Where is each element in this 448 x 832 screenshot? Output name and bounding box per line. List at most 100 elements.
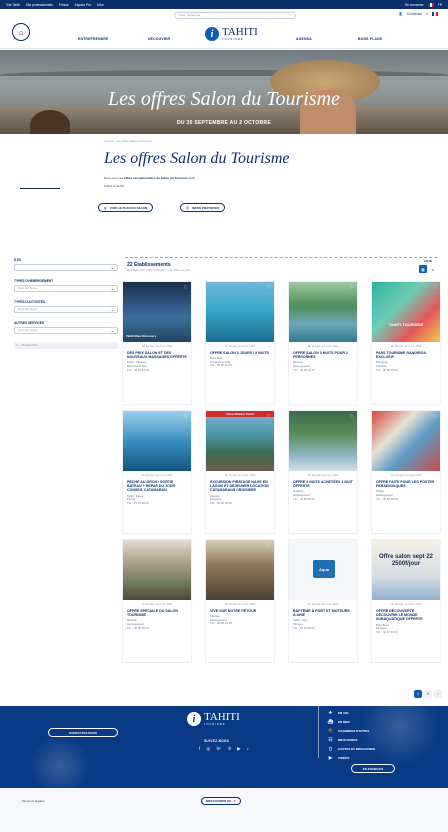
offer-title[interactable]: VIVE SUR NOTRE PÉTOUR <box>206 606 274 613</box>
offer-image[interactable]: ♡ <box>206 540 274 600</box>
footer-link[interactable]: ▯ CARTES ET BROCHURES <box>327 744 375 753</box>
filter-select-hebergement[interactable]: Tous les types ⌄ <box>14 285 118 292</box>
youtube-icon[interactable]: ▶ <box>237 746 240 752</box>
language-button[interactable]: EN FRANÇAIS <box>351 764 395 773</box>
twitter-icon[interactable]: 🐦 <box>216 746 222 752</box>
search-icon[interactable]: ⌕ <box>288 12 296 19</box>
offer-card[interactable]: ♡ Du 30 sept. au 2 oct. 2022 OFFRE SALON 3… <box>288 281 358 405</box>
footer-link[interactable]: ▶ VIDÉOS <box>327 753 375 762</box>
offer-image[interactable]: Tahiti Dive Discovery ♡ <box>123 282 191 342</box>
filter-select-iles[interactable]: ⌄ <box>14 264 118 271</box>
pinterest-icon[interactable]: ℗ <box>228 746 231 752</box>
offer-card[interactable]: ♡ Du 30 sept. au 2 oct. 2022 OFFRE FAITE P… <box>371 410 441 534</box>
lang-flag-icon[interactable] <box>427 2 434 7</box>
offer-image[interactable]: ♡ <box>123 411 191 471</box>
filter-select-activites[interactable]: Tous les types ⌄ <box>14 306 118 313</box>
search-input[interactable]: Votre recherche... <box>174 12 296 19</box>
instagram-icon[interactable]: ◎ <box>206 746 210 752</box>
top-link[interactable]: Espace Pro <box>75 3 91 7</box>
favorite-heart-icon[interactable]: ♡ <box>350 285 354 291</box>
page-2-button[interactable]: 2 <box>424 690 432 698</box>
offer-image[interactable]: Offre salon sept 22 2500f/jour ♡ <box>372 540 440 600</box>
top-link[interactable]: Mice <box>97 3 104 7</box>
nav-item-decouvrir[interactable]: DÉCOUVRIR <box>148 37 170 41</box>
site-logo[interactable]: i TAHITI TOURISME <box>205 27 258 41</box>
top-link[interactable]: Site professionnels <box>26 3 53 7</box>
offer-image[interactable]: Pass Charter Tahiti ♡ <box>206 411 274 471</box>
top-link[interactable]: Site Tahiti <box>6 3 20 7</box>
map-view-icon[interactable]: ● <box>429 265 437 273</box>
offer-card[interactable]: ♡ Du 30 sept. au 2 oct. 2022 OFFRE SPÉCIAL… <box>122 539 192 663</box>
footer-quick-links: ✈ EN VOL ⛴ EN MER 🌴 CHAMBRES D'HÔTES ☷ BROCH… <box>327 708 376 762</box>
nav-item-agenda[interactable]: AGENDA <box>296 37 312 41</box>
offer-title[interactable]: OFFRE 3 NUITS ACHETÉES 1 NUIT OFFERTE <box>289 477 357 488</box>
offer-title[interactable]: DES PRIX SALON ET DES NOUVEAUX MASSAGES … <box>123 348 191 359</box>
favorite-heart-icon[interactable]: ♡ <box>184 414 188 420</box>
grid-view-icon[interactable]: ▦ <box>419 265 427 273</box>
offer-title[interactable]: EXCURSION PIRATAGE NAGE EN LAGON ET DÉJE… <box>206 477 274 493</box>
favorite-heart-icon[interactable]: ♡ <box>267 414 271 420</box>
compass-badge-icon[interactable]: ⌂ <box>12 23 30 41</box>
nav-item-bons-plans[interactable]: BONS PLANS <box>358 37 382 41</box>
offer-image[interactable]: ♡ <box>289 282 357 342</box>
favorite-heart-icon[interactable]: ♡ <box>350 543 354 549</box>
offer-image[interactable]: Aqua ♡ <box>289 540 357 600</box>
offer-card[interactable]: Tahiti Dive Discovery ♡ Du 30 sept. au 2 o… <box>122 281 192 405</box>
offer-card[interactable]: Pass Charter Tahiti ♡ Du 30 sept. au 2 oct… <box>205 410 275 534</box>
flag-icon[interactable] <box>432 12 438 16</box>
favorite-heart-icon[interactable]: ♡ <box>433 414 437 420</box>
info-button[interactable]: ⓘ INFOS PRATIQUES <box>180 203 226 212</box>
favorite-heart-icon[interactable]: ♡ <box>184 543 188 549</box>
footer-link[interactable]: ⛴ EN MER <box>327 717 375 726</box>
offer-image[interactable]: ♡ <box>123 540 191 600</box>
view-toggle: LISTE ▦ ● <box>419 259 437 273</box>
tiktok-icon[interactable]: ♪ <box>247 746 249 752</box>
filter-search-input[interactable]: ⌕ Rechercher <box>14 342 118 349</box>
filter-select-services[interactable]: Tous les types ⌄ <box>14 327 118 334</box>
offer-image[interactable]: TAHITI TOURISME ♡ <box>372 282 440 342</box>
contact-button[interactable]: CONTACTEZ-NOUS <box>48 728 118 737</box>
breadcrumb[interactable]: Accueil > Les offres Salon du Tourisme <box>104 139 152 143</box>
map-button[interactable]: ◎ VOIR LE PLAN DU SALON <box>98 203 154 212</box>
favorite-heart-icon[interactable]: ♡ <box>184 285 188 291</box>
favorite-heart-icon[interactable]: ♡ <box>433 285 437 291</box>
offer-image[interactable]: ♡ <box>372 411 440 471</box>
footer-link[interactable]: ✈ EN VOL <box>327 708 375 717</box>
offer-title[interactable]: OFFRE SALON 3 JOURS / 2 NUITS <box>206 348 274 355</box>
offer-title[interactable]: OFFRE FAITE POUR LES POSTES PARADISIAQUE… <box>372 477 440 488</box>
offer-card[interactable]: ♡ Du 30 sept. au 2 oct. 2022 OFFRE 3 NUITS… <box>288 410 358 534</box>
page-1-button[interactable]: 1 <box>414 690 422 698</box>
legal-link[interactable]: Mentions légales <box>22 799 45 803</box>
footer-logo[interactable]: i TAHITI TOURISME <box>187 712 240 726</box>
offer-title[interactable]: BAPTÊME À PORT ET MOTEURS À AHIÉ <box>289 606 357 617</box>
favorite-heart-icon[interactable]: ♡ <box>267 285 271 291</box>
offer-image[interactable]: ♡ <box>289 411 357 471</box>
facebook-icon[interactable]: f <box>199 746 200 752</box>
offer-title[interactable]: OFFRE SALON 3 NUITS POUR 2 PERSONNES <box>289 348 357 359</box>
favorites-button[interactable]: MES FAVORIS (0) ♥ <box>201 797 241 805</box>
favorite-heart-icon[interactable]: ♡ <box>433 543 437 549</box>
footer-link[interactable]: ☷ BROCHURES <box>327 735 375 744</box>
offer-title[interactable]: PASS TOURISME RANGIROA EXCLUSIF <box>372 348 440 359</box>
offer-card[interactable]: TAHITI TOURISME ♡ Du 30 sept. au 2 oct. 20… <box>371 281 441 405</box>
offer-card[interactable]: Aqua ♡ Du 30 sept. au 2 oct. 2022 BAPTÊME À… <box>288 539 358 663</box>
user-icon[interactable]: 👤 <box>399 12 403 16</box>
favorite-heart-icon[interactable]: ♡ <box>350 414 354 420</box>
offer-card[interactable]: Offre salon sept 22 2500f/jour ♡ Du 30 sep… <box>371 539 441 663</box>
offer-title[interactable]: OFFRE SPÉCIALE DU SALON TOURISME <box>123 606 191 617</box>
offer-card[interactable]: ♡ Du 30 sept. au 2 oct. 2022 VIVE SUR NOTR… <box>205 539 275 663</box>
favorites-icon[interactable]: ♥ <box>426 12 428 16</box>
offer-meta: Tikehau Hébergement Tél. : 40 96 22 00 <box>206 613 274 626</box>
top-link[interactable]: Presse <box>59 3 69 7</box>
next-page-button[interactable]: › <box>434 690 442 698</box>
offer-image[interactable]: ♡ <box>206 282 274 342</box>
login-link[interactable]: Connexion <box>407 12 422 16</box>
offer-card[interactable]: ♡ Du 30 sept. au 2 oct. 2022 OFFRE SALON 3… <box>205 281 275 405</box>
favorite-heart-icon[interactable]: ♡ <box>267 543 271 549</box>
offer-title[interactable]: OFFRE DÉCOUVERTE DÉCOUVRIR LE MONDE SUBA… <box>372 606 440 622</box>
offer-card[interactable]: ♡ Du 30 sept. au 2 oct. 2022 PÊCHE AU GROS… <box>122 410 192 534</box>
offer-title[interactable]: PÊCHE AU GROS / SORTIE BATEAU + REPAS DU… <box>123 477 191 493</box>
footer-link[interactable]: 🌴 CHAMBRES D'HÔTES <box>327 726 375 735</box>
top-login-link[interactable]: Se connecter <box>405 3 424 7</box>
nav-item-entreprendre[interactable]: ENTREPRENDRE <box>78 37 108 41</box>
